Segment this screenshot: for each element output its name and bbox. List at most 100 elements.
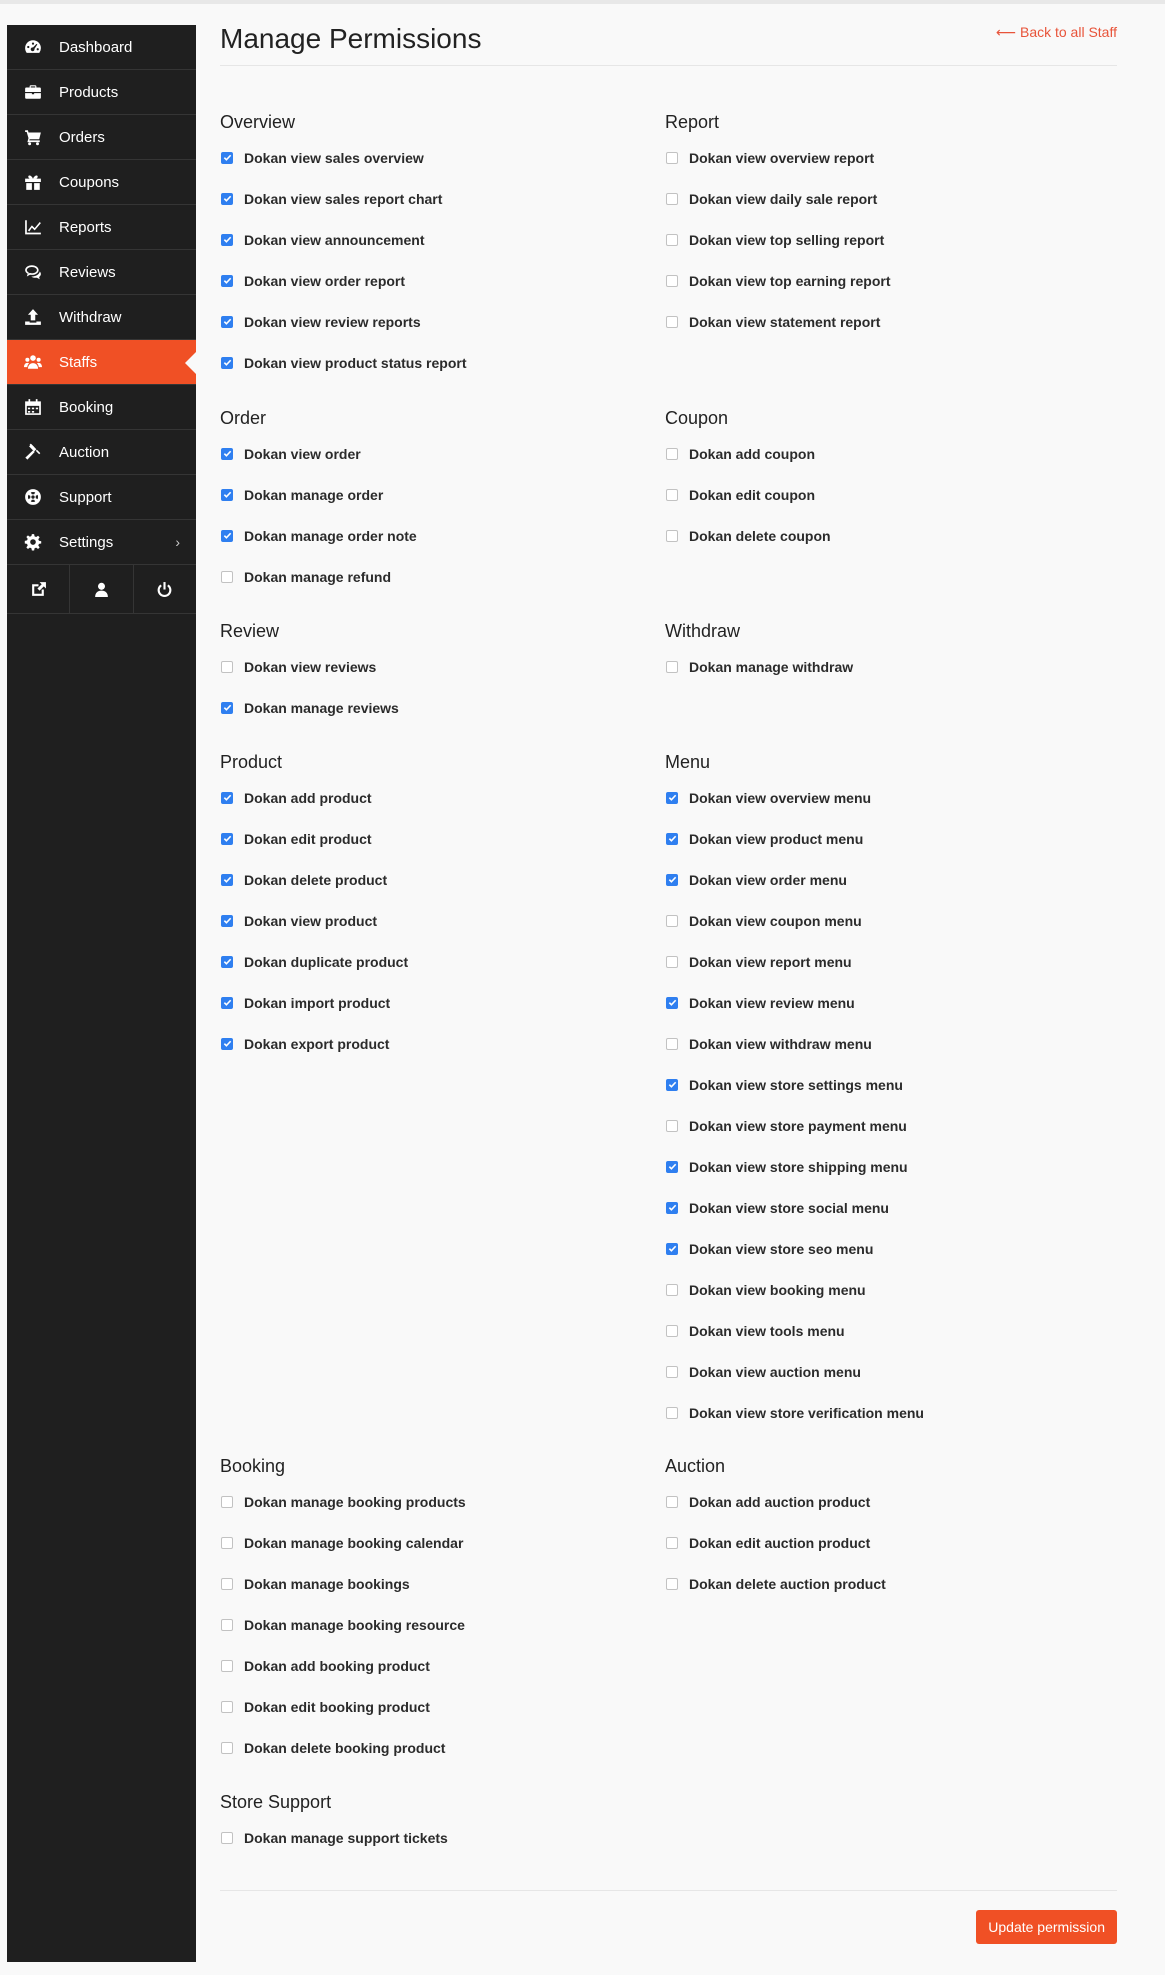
- sidebar-item-withdraw[interactable]: Withdraw: [7, 295, 196, 340]
- permission-checkbox[interactable]: [666, 1324, 678, 1337]
- permission-item[interactable]: Dokan add product: [220, 777, 660, 818]
- permission-item[interactable]: Dokan view store seo menu: [665, 1228, 1105, 1269]
- permission-item[interactable]: Dokan view store settings menu: [665, 1064, 1105, 1105]
- permission-checkbox[interactable]: [666, 447, 678, 460]
- permission-item[interactable]: Dokan view reviews: [220, 646, 660, 687]
- sidebar-item-settings[interactable]: Settings ›: [7, 520, 196, 565]
- permission-item[interactable]: Dokan delete coupon: [665, 515, 1105, 556]
- permission-item[interactable]: Dokan view product: [220, 900, 660, 941]
- permission-item[interactable]: Dokan manage order note: [220, 515, 660, 556]
- permission-checkbox[interactable]: [666, 660, 678, 673]
- permission-item[interactable]: Dokan view order report: [220, 260, 660, 301]
- permission-item[interactable]: Dokan view top selling report: [665, 219, 1105, 260]
- permission-item[interactable]: Dokan view coupon menu: [665, 900, 1105, 941]
- permission-item[interactable]: Dokan manage refund: [220, 556, 660, 597]
- permission-item[interactable]: Dokan view review reports: [220, 301, 660, 342]
- permission-checkbox[interactable]: [221, 873, 233, 886]
- back-to-staff-link[interactable]: ⟵ Back to all Staff: [996, 24, 1117, 41]
- permission-item[interactable]: Dokan view report menu: [665, 941, 1105, 982]
- permission-item[interactable]: Dokan delete product: [220, 859, 660, 900]
- permission-item[interactable]: Dokan view store social menu: [665, 1187, 1105, 1228]
- permission-item[interactable]: Dokan import product: [220, 982, 660, 1023]
- permission-item[interactable]: Dokan export product: [220, 1023, 660, 1064]
- permission-item[interactable]: Dokan view order: [220, 433, 660, 474]
- edit-account-button[interactable]: [70, 565, 134, 613]
- visit-store-button[interactable]: [7, 565, 71, 613]
- sidebar-item-support[interactable]: Support: [7, 475, 196, 520]
- permission-checkbox[interactable]: [221, 356, 233, 369]
- permission-checkbox[interactable]: [221, 151, 233, 164]
- permission-item[interactable]: Dokan manage booking resource: [220, 1604, 660, 1645]
- permission-checkbox[interactable]: [666, 1536, 678, 1549]
- permission-item[interactable]: Dokan view sales report chart: [220, 178, 660, 219]
- permission-item[interactable]: Dokan view announcement: [220, 219, 660, 260]
- permission-item[interactable]: Dokan view withdraw menu: [665, 1023, 1105, 1064]
- sidebar-item-booking[interactable]: Booking: [7, 385, 196, 430]
- permission-item[interactable]: Dokan delete auction product: [665, 1563, 1105, 1604]
- permission-checkbox[interactable]: [666, 1201, 678, 1214]
- sidebar-item-dashboard[interactable]: Dashboard: [7, 25, 196, 70]
- permission-item[interactable]: Dokan manage booking products: [220, 1481, 660, 1522]
- permission-checkbox[interactable]: [221, 274, 233, 287]
- permission-checkbox[interactable]: [666, 955, 678, 968]
- permission-item[interactable]: Dokan view auction menu: [665, 1351, 1105, 1392]
- permission-checkbox[interactable]: [666, 233, 678, 246]
- permission-checkbox[interactable]: [221, 914, 233, 927]
- permission-checkbox[interactable]: [221, 233, 233, 246]
- permission-item[interactable]: Dokan view tools menu: [665, 1310, 1105, 1351]
- permission-checkbox[interactable]: [666, 1119, 678, 1132]
- permission-checkbox[interactable]: [666, 791, 678, 804]
- permission-checkbox[interactable]: [221, 1700, 233, 1713]
- permission-item[interactable]: Dokan add auction product: [665, 1481, 1105, 1522]
- permission-item[interactable]: Dokan view sales overview: [220, 137, 660, 178]
- permission-item[interactable]: Dokan edit auction product: [665, 1522, 1105, 1563]
- permission-checkbox[interactable]: [666, 1406, 678, 1419]
- permission-checkbox[interactable]: [221, 832, 233, 845]
- permission-item[interactable]: Dokan edit product: [220, 818, 660, 859]
- permission-item[interactable]: Dokan view overview menu: [665, 777, 1105, 818]
- permission-checkbox[interactable]: [221, 1495, 233, 1508]
- permission-item[interactable]: Dokan manage order: [220, 474, 660, 515]
- permission-checkbox[interactable]: [666, 529, 678, 542]
- permission-item[interactable]: Dokan manage bookings: [220, 1563, 660, 1604]
- permission-item[interactable]: Dokan view top earning report: [665, 260, 1105, 301]
- permission-item[interactable]: Dokan view review menu: [665, 982, 1105, 1023]
- permission-checkbox[interactable]: [666, 832, 678, 845]
- sidebar-item-staffs[interactable]: Staffs: [7, 340, 196, 385]
- permission-checkbox[interactable]: [666, 274, 678, 287]
- permission-checkbox[interactable]: [666, 1160, 678, 1173]
- permission-checkbox[interactable]: [221, 996, 233, 1009]
- permission-checkbox[interactable]: [221, 1741, 233, 1754]
- permission-item[interactable]: Dokan edit booking product: [220, 1686, 660, 1727]
- permission-checkbox[interactable]: [666, 315, 678, 328]
- permission-checkbox[interactable]: [666, 1037, 678, 1050]
- sidebar-item-auction[interactable]: Auction: [7, 430, 196, 475]
- permission-item[interactable]: Dokan view store verification menu: [665, 1392, 1105, 1433]
- permission-item[interactable]: Dokan manage booking calendar: [220, 1522, 660, 1563]
- permission-item[interactable]: Dokan view overview report: [665, 137, 1105, 178]
- sidebar-item-products[interactable]: Products: [7, 70, 196, 115]
- permission-checkbox[interactable]: [221, 1577, 233, 1590]
- update-permission-button[interactable]: Update permission: [976, 1910, 1117, 1944]
- permission-checkbox[interactable]: [666, 151, 678, 164]
- permission-item[interactable]: Dokan add booking product: [220, 1645, 660, 1686]
- permission-checkbox[interactable]: [666, 1577, 678, 1590]
- permission-checkbox[interactable]: [221, 529, 233, 542]
- permission-item[interactable]: Dokan view statement report: [665, 301, 1105, 342]
- permission-checkbox[interactable]: [221, 192, 233, 205]
- permission-item[interactable]: Dokan manage withdraw: [665, 646, 1105, 687]
- permission-checkbox[interactable]: [221, 447, 233, 460]
- permission-checkbox[interactable]: [666, 1242, 678, 1255]
- permission-item[interactable]: Dokan view daily sale report: [665, 178, 1105, 219]
- logout-button[interactable]: [134, 565, 196, 613]
- permission-checkbox[interactable]: [221, 315, 233, 328]
- permission-checkbox[interactable]: [666, 1365, 678, 1378]
- permission-checkbox[interactable]: [221, 488, 233, 501]
- permission-checkbox[interactable]: [666, 192, 678, 205]
- permission-item[interactable]: Dokan duplicate product: [220, 941, 660, 982]
- permission-item[interactable]: Dokan view store payment menu: [665, 1105, 1105, 1146]
- permission-checkbox[interactable]: [666, 873, 678, 886]
- permission-checkbox[interactable]: [221, 791, 233, 804]
- permission-checkbox[interactable]: [666, 1283, 678, 1296]
- permission-item[interactable]: Dokan edit coupon: [665, 474, 1105, 515]
